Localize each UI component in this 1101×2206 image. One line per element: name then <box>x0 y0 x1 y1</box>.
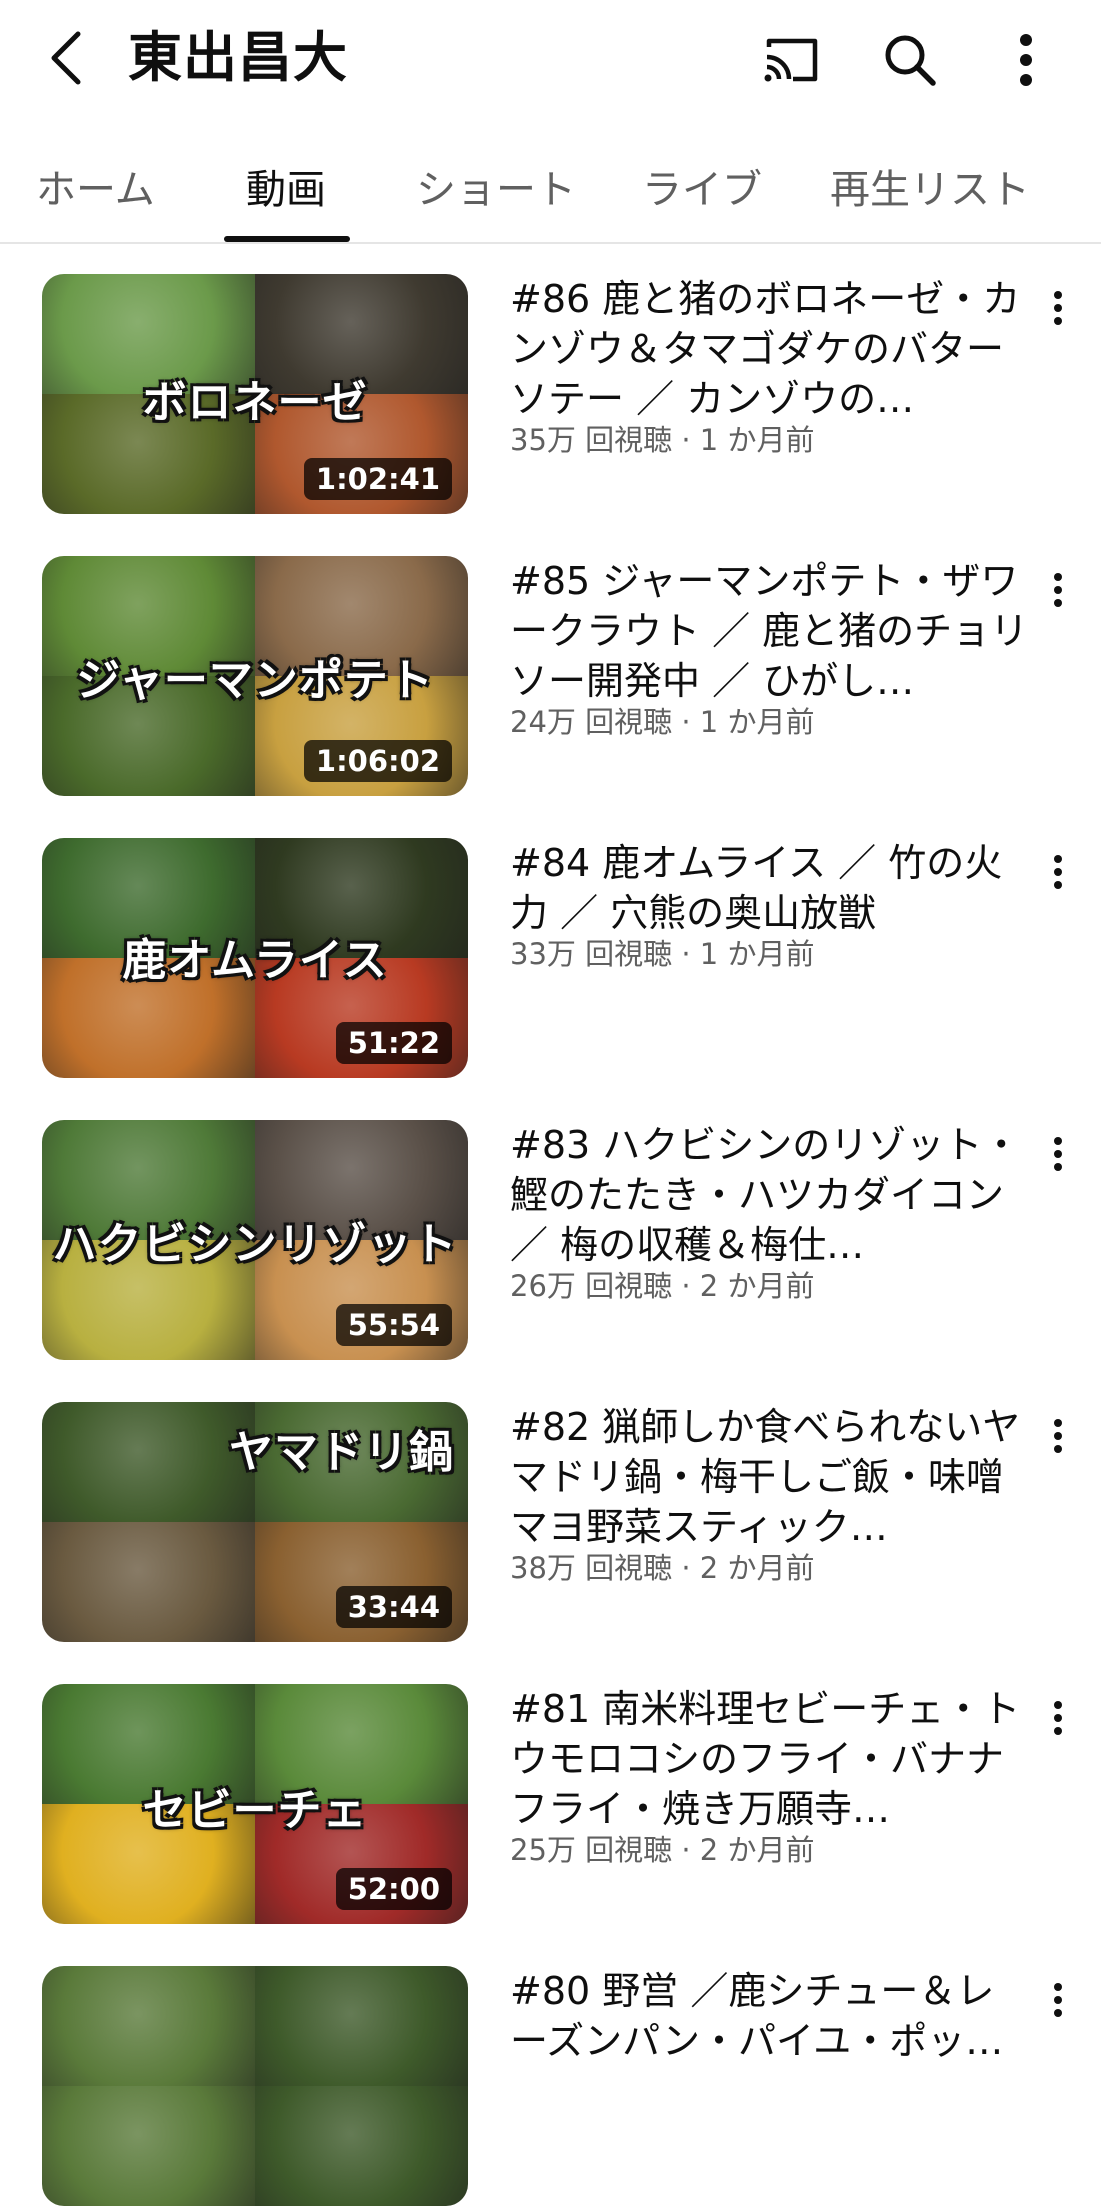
video-meta: #86 鹿と猪のボロネーゼ・カンゾウ＆タマゴダケのバターソテー ／ カンゾウの…… <box>510 274 1030 460</box>
video-item[interactable]: ヤマドリ鍋 33:44 #82 猟師しか食べられないヤマドリ鍋・梅干しご飯・味噌… <box>0 1402 1101 1642</box>
video-title[interactable]: #86 鹿と猪のボロネーゼ・カンゾウ＆タマゴダケのバターソテー ／ カンゾウの… <box>510 274 1030 424</box>
video-more-button[interactable] <box>1040 560 1076 620</box>
video-duration: 51:22 <box>335 1022 452 1064</box>
search-button[interactable] <box>878 28 942 92</box>
video-more-button[interactable] <box>1040 1124 1076 1184</box>
more-vertical-icon <box>1054 855 1062 889</box>
video-title[interactable]: #80 野営 ／鹿シチュー＆レーズンパン・パイユ・ポッ… <box>510 1966 1030 2066</box>
video-item[interactable]: ハクビシンリゾット 55:54 #83 ハクビシンのリゾット・鰹のたたき・ハツカ… <box>0 1120 1101 1360</box>
video-stats: 24万 回視聴 · 1 か月前 <box>510 705 815 739</box>
video-more-button[interactable] <box>1040 1970 1076 2030</box>
thumb-quadrant <box>42 2086 255 2206</box>
video-title[interactable]: #81 南米料理セビーチェ・トウモロコシのフライ・バナナフライ・焼き万願寺… <box>510 1684 1030 1834</box>
video-thumbnail[interactable] <box>42 1966 468 2206</box>
thumb-caption: ヤマドリ鍋 <box>229 1427 454 1478</box>
video-thumbnail[interactable]: ボロネーゼ 1:02:41 <box>42 274 468 514</box>
channel-tabs: ホーム 動画 ショート ライブ 再生リスト <box>0 140 1101 244</box>
video-more-button[interactable] <box>1040 1406 1076 1466</box>
video-thumbnail[interactable]: 鹿オムライス 51:22 <box>42 838 468 1078</box>
video-meta: #82 猟師しか食べられないヤマドリ鍋・梅干しご飯・味噌マヨ野菜スティック… 3… <box>510 1402 1030 1588</box>
video-stats: 33万 回視聴 · 1 か月前 <box>510 937 815 971</box>
thumb-caption: ボロネーゼ <box>142 377 368 428</box>
tab-videos[interactable]: 動画 <box>246 150 326 230</box>
video-meta: #85 ジャーマンポテト・ザワークラウト ／ 鹿と猪のチョリソー開発中 ／ ひが… <box>510 556 1030 742</box>
video-thumbnail[interactable]: ジャーマンポテト 1:06:02 <box>42 556 468 796</box>
video-title[interactable]: #84 鹿オムライス ／ 竹の火力 ／ 穴熊の奥山放獣 <box>510 838 1030 938</box>
thumb-quadrant <box>42 1966 255 2086</box>
tab-live[interactable]: ライブ <box>642 150 762 230</box>
video-title[interactable]: #82 猟師しか食べられないヤマドリ鍋・梅干しご飯・味噌マヨ野菜スティック… <box>510 1402 1030 1552</box>
video-title[interactable]: #83 ハクビシンのリゾット・鰹のたたき・ハツカダイコン ／ 梅の収穫＆梅仕… <box>510 1120 1030 1270</box>
video-meta: #84 鹿オムライス ／ 竹の火力 ／ 穴熊の奥山放獣 33万 回視聴 · 1 … <box>510 838 1030 974</box>
tab-playlists[interactable]: 再生リスト <box>830 150 1030 230</box>
video-more-button[interactable] <box>1040 1688 1076 1748</box>
more-options-button[interactable] <box>994 28 1058 92</box>
thumb-caption: ハクビシンリゾット <box>52 1219 458 1270</box>
video-item[interactable]: 鹿オムライス 51:22 #84 鹿オムライス ／ 竹の火力 ／ 穴熊の奥山放獣… <box>0 838 1101 1078</box>
video-more-button[interactable] <box>1040 278 1076 338</box>
video-stats: 25万 回視聴 · 2 か月前 <box>510 1833 815 1867</box>
video-item[interactable]: ボロネーゼ 1:02:41 #86 鹿と猪のボロネーゼ・カンゾウ＆タマゴダケのバ… <box>0 274 1101 514</box>
video-meta: #80 野営 ／鹿シチュー＆レーズンパン・パイユ・ポッ… <box>510 1966 1030 2066</box>
video-duration: 52:00 <box>335 1868 452 1910</box>
app-header: 東出昌大 <box>0 0 1101 118</box>
thumb-quadrant <box>42 1522 255 1642</box>
video-meta: #81 南米料理セビーチェ・トウモロコシのフライ・バナナフライ・焼き万願寺… 2… <box>510 1684 1030 1870</box>
video-meta: #83 ハクビシンのリゾット・鰹のたたき・ハツカダイコン ／ 梅の収穫＆梅仕… … <box>510 1120 1030 1306</box>
chevron-left-icon <box>51 31 81 85</box>
video-stats: 26万 回視聴 · 2 か月前 <box>510 1269 815 1303</box>
cast-button[interactable] <box>760 28 824 92</box>
more-vertical-icon <box>1054 1983 1062 2017</box>
thumb-caption: セビーチェ <box>142 1785 368 1836</box>
search-icon <box>885 35 936 86</box>
active-tab-indicator <box>224 236 350 242</box>
tab-home[interactable]: ホーム <box>36 150 155 230</box>
more-vertical-icon <box>1054 291 1062 325</box>
more-vertical-icon <box>1054 573 1062 607</box>
video-item[interactable]: セビーチェ 52:00 #81 南米料理セビーチェ・トウモロコシのフライ・バナナ… <box>0 1684 1101 1924</box>
video-duration: 33:44 <box>335 1586 452 1628</box>
more-vertical-icon <box>1054 1419 1062 1453</box>
video-duration: 55:54 <box>335 1304 452 1346</box>
video-more-button[interactable] <box>1040 842 1076 902</box>
more-vertical-icon <box>1020 34 1032 86</box>
video-item[interactable]: ジャーマンポテト 1:06:02 #85 ジャーマンポテト・ザワークラウト ／ … <box>0 556 1101 796</box>
video-duration: 1:06:02 <box>303 740 452 782</box>
cast-icon <box>764 38 818 82</box>
video-title[interactable]: #85 ジャーマンポテト・ザワークラウト ／ 鹿と猪のチョリソー開発中 ／ ひが… <box>510 556 1030 706</box>
video-thumbnail[interactable]: セビーチェ 52:00 <box>42 1684 468 1924</box>
video-stats: 35万 回視聴 · 1 か月前 <box>510 423 815 457</box>
video-item[interactable]: #80 野営 ／鹿シチュー＆レーズンパン・パイユ・ポッ… <box>0 1966 1101 2206</box>
thumb-caption: ジャーマンポテト <box>76 655 434 706</box>
channel-title: 東出昌大 <box>128 26 348 89</box>
tab-shorts[interactable]: ショート <box>416 150 576 230</box>
back-button[interactable] <box>36 22 96 94</box>
more-vertical-icon <box>1054 1701 1062 1735</box>
video-duration: 1:02:41 <box>303 458 452 500</box>
thumb-quadrant <box>255 2086 468 2206</box>
video-stats: 38万 回視聴 · 2 か月前 <box>510 1551 815 1585</box>
thumb-caption: 鹿オムライス <box>122 935 388 986</box>
more-vertical-icon <box>1054 1137 1062 1171</box>
thumb-quadrant <box>255 1966 468 2086</box>
video-thumbnail[interactable]: ヤマドリ鍋 33:44 <box>42 1402 468 1642</box>
video-thumbnail[interactable]: ハクビシンリゾット 55:54 <box>42 1120 468 1360</box>
